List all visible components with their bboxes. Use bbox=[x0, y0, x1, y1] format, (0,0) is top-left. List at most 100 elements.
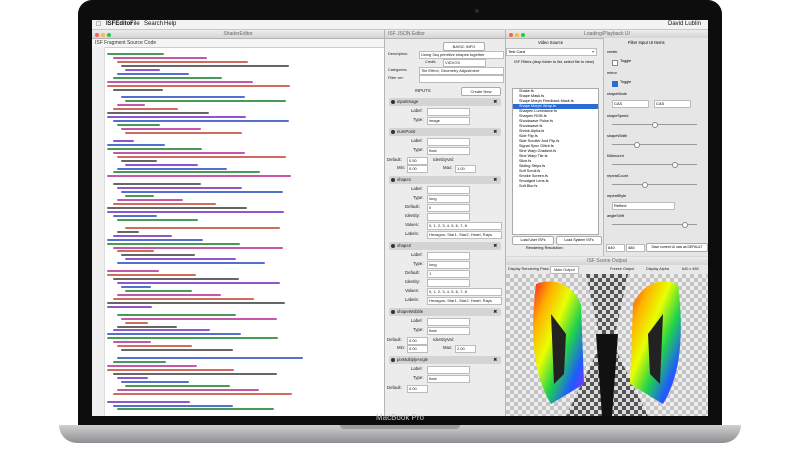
slider[interactable] bbox=[612, 222, 697, 228]
slider-knob[interactable] bbox=[642, 182, 648, 188]
input-row-shape1[interactable]: shape1 ✖ bbox=[389, 176, 501, 184]
input-type-select[interactable]: long bbox=[427, 195, 470, 203]
code-line bbox=[107, 210, 284, 213]
freeze-output-toggle[interactable]: Freeze Output bbox=[610, 265, 634, 274]
code-line bbox=[107, 333, 241, 336]
input-default-field[interactable]: 0 bbox=[427, 204, 470, 212]
input-row-shapeWobble[interactable]: shapeWobble ✖ bbox=[389, 308, 501, 316]
delete-input-icon[interactable]: ✖ bbox=[493, 98, 497, 106]
create-new-button[interactable]: Create New bbox=[461, 87, 501, 96]
input-labels-field[interactable]: Hexagon, Star1, Star2, Heart, Rays bbox=[427, 297, 502, 305]
control-select[interactable]: CAS bbox=[612, 100, 649, 108]
slider-knob[interactable] bbox=[672, 162, 678, 168]
zoom-icon[interactable] bbox=[107, 33, 111, 37]
basic-info-button[interactable]: BASIC INFO bbox=[443, 42, 485, 51]
checkbox[interactable] bbox=[612, 60, 618, 66]
input-values-field[interactable]: 0, 1, 2, 3, 4, 5, 6, 7, 8 bbox=[427, 222, 502, 230]
slider-knob[interactable] bbox=[652, 122, 658, 128]
minimize-icon[interactable] bbox=[515, 33, 519, 37]
menu-help[interactable]: Help bbox=[164, 20, 176, 29]
filter-file-list[interactable]: Shake.fs Shape Mask.fs Shape Morph Feedbac… bbox=[512, 88, 599, 235]
input-identity-field[interactable] bbox=[427, 213, 470, 221]
checkbox[interactable] bbox=[612, 81, 618, 87]
pass-select[interactable]: Main Output bbox=[550, 266, 579, 274]
input-label-field[interactable] bbox=[427, 318, 470, 326]
save-default-button[interactable]: Save current UI vals as DEFAULT bbox=[646, 243, 708, 252]
resolution-height-field[interactable]: 480 bbox=[626, 244, 645, 252]
input-bullet-icon bbox=[391, 244, 395, 248]
delete-input-icon[interactable]: ✖ bbox=[493, 356, 497, 364]
close-icon[interactable] bbox=[509, 33, 513, 37]
menu-app-name[interactable]: ISFEditor bbox=[106, 20, 133, 29]
input-min-field[interactable]: 0.00 bbox=[407, 345, 428, 353]
slider-knob[interactable] bbox=[634, 142, 640, 148]
zoom-icon[interactable] bbox=[521, 33, 525, 37]
slider[interactable] bbox=[612, 162, 697, 168]
input-type-select[interactable]: float bbox=[427, 327, 470, 335]
slider[interactable] bbox=[612, 182, 697, 188]
code-line bbox=[113, 108, 178, 111]
input-type-select[interactable]: float bbox=[427, 147, 470, 155]
input-row-shape2[interactable]: shape2 ✖ bbox=[389, 242, 501, 250]
delete-input-icon[interactable]: ✖ bbox=[493, 176, 497, 184]
output-toolbar: Display Rendering Pass: Main Output Free… bbox=[506, 265, 708, 274]
code-line bbox=[125, 321, 148, 324]
input-label-key: Label: bbox=[411, 108, 423, 113]
input-label-field[interactable] bbox=[427, 138, 470, 146]
minimize-icon[interactable] bbox=[101, 33, 105, 37]
menu-file[interactable]: File bbox=[130, 20, 140, 29]
input-row-inputImage[interactable]: inputImage ✖ bbox=[389, 98, 501, 106]
code-area[interactable] bbox=[92, 47, 384, 416]
code-line bbox=[113, 297, 254, 300]
load-system-isfs-button[interactable]: Load System ISFs bbox=[556, 236, 602, 245]
input-max-field[interactable]: 1.00 bbox=[455, 165, 476, 173]
code-line bbox=[125, 226, 280, 229]
input-type-select[interactable]: float bbox=[427, 375, 470, 383]
menu-search[interactable]: Search bbox=[144, 20, 163, 29]
slider[interactable] bbox=[612, 142, 697, 148]
code-line bbox=[107, 337, 278, 340]
input-min-field[interactable]: 0.00 bbox=[407, 165, 428, 173]
categories-field[interactable]: Tile Effect, Geometry Adjustment bbox=[419, 67, 504, 75]
resolution-width-field[interactable]: 640 bbox=[606, 244, 625, 252]
video-source-select[interactable]: Test Card ▾ bbox=[506, 48, 597, 56]
repeat-style-select[interactable]: Reflect bbox=[612, 202, 675, 210]
filter-version-field[interactable] bbox=[419, 75, 504, 83]
input-default-field[interactable]: 0.00 bbox=[407, 385, 428, 393]
menu-user[interactable]: David Lublin bbox=[668, 20, 701, 29]
filter-file-item[interactable]: Soft Blur.fs bbox=[513, 184, 598, 189]
input-default-field[interactable]: 1 bbox=[427, 270, 470, 278]
delete-input-icon[interactable]: ✖ bbox=[493, 308, 497, 316]
input-type-key: Type: bbox=[413, 117, 424, 122]
input-max-field[interactable]: 2.00 bbox=[455, 345, 476, 353]
input-row-pixMultiplyAngle[interactable]: pixMultiplyAngle ✖ bbox=[389, 356, 501, 364]
input-values-field[interactable]: 0, 1, 2, 3, 4, 5, 6, 7, 8 bbox=[427, 288, 502, 296]
input-label-key: Label: bbox=[411, 366, 423, 371]
description-field[interactable]: Using 3sq primitive shapes together bbox=[419, 51, 504, 59]
input-label-field[interactable] bbox=[427, 186, 470, 194]
input-label-field[interactable] bbox=[427, 366, 470, 374]
slider-knob[interactable] bbox=[682, 222, 688, 228]
close-icon[interactable] bbox=[95, 33, 99, 37]
code-line bbox=[117, 218, 198, 221]
slider[interactable] bbox=[612, 122, 697, 128]
input-labels-field[interactable]: Hexagon, Star1, Star2, Heart, Rays bbox=[427, 231, 502, 239]
credit-field[interactable]: VIDVOX bbox=[443, 59, 486, 67]
control-select-2[interactable]: CAS bbox=[654, 100, 691, 108]
input-type-select[interactable]: image bbox=[427, 117, 470, 125]
filter-ui-heading: Filter Input UI Items bbox=[628, 40, 665, 45]
code-line bbox=[107, 116, 246, 119]
load-user-isfs-button[interactable]: Load User ISFs bbox=[512, 236, 554, 245]
input-type-select[interactable]: long bbox=[427, 261, 470, 269]
input-row-numPoint[interactable]: numPoint ✖ bbox=[389, 128, 501, 136]
input-type-key: Type: bbox=[413, 147, 424, 152]
input-label-field[interactable] bbox=[427, 108, 470, 116]
display-alpha-toggle[interactable]: Display Alpha bbox=[646, 265, 669, 274]
delete-input-icon[interactable]: ✖ bbox=[493, 128, 497, 136]
input-default-field[interactable]: 0.50 bbox=[407, 157, 428, 165]
input-default-field[interactable]: 0.00 bbox=[407, 337, 428, 345]
input-identity-field[interactable] bbox=[427, 279, 470, 287]
input-label-field[interactable] bbox=[427, 252, 470, 260]
delete-input-icon[interactable]: ✖ bbox=[493, 242, 497, 250]
apple-icon[interactable]:  bbox=[96, 20, 101, 29]
